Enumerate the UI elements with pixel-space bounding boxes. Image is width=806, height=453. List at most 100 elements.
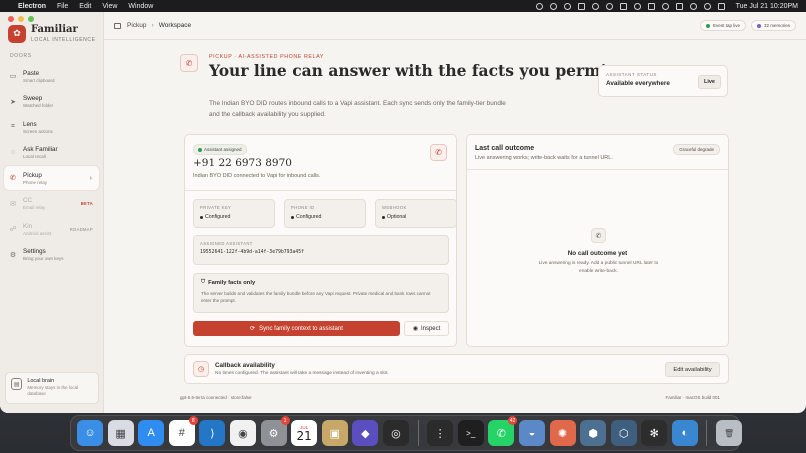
sidebar-toggle-icon[interactable] (114, 22, 121, 29)
minimize-window-button[interactable] (18, 16, 24, 22)
sidebar-item-subtitle: Watched folder (23, 103, 54, 108)
status-icon-1[interactable] (535, 2, 543, 10)
app-store-icon[interactable]: A (138, 420, 165, 446)
breadcrumb-pickup[interactable]: Pickup (127, 22, 147, 29)
empty-state-description: Live answering is ready. Add a public tu… (538, 261, 659, 274)
terminal-icon[interactable]: >_ (457, 420, 484, 446)
assistant-id[interactable]: 19552641-122f-4b9d-a14f-3e79b793a45f (200, 250, 442, 255)
notification-badge: 8 (188, 416, 198, 425)
bullet-icon (291, 215, 294, 219)
phone-number: +91 22 6973 8970 (193, 157, 292, 169)
sync-context-button[interactable]: ⟳ Sync family context to assistant (193, 321, 400, 336)
qbittorrent-icon[interactable]: ◐ (671, 420, 698, 446)
brand-title: Familiar (31, 24, 78, 35)
preview-icon[interactable]: ▣ (321, 420, 348, 446)
inspect-button[interactable]: ◉ Inspect (404, 321, 449, 336)
inspect-button-label: Inspect (420, 325, 441, 332)
sidebar-item-cc[interactable]: ✉ CC Email relay BETA (4, 192, 99, 216)
battery-icon[interactable] (675, 2, 683, 10)
crop-icon: ⌗ (11, 123, 15, 130)
calendar-icon[interactable]: JUL 21 (291, 420, 318, 446)
cube-icon[interactable]: ⬡ (610, 420, 637, 446)
bluetooth-icon[interactable] (661, 2, 669, 10)
refresh-icon: ⟳ (250, 326, 256, 332)
sidebar-item-subtitle: Bring your own keys (23, 256, 64, 261)
menu-file[interactable]: File (57, 3, 68, 10)
sidebar-item-title: Paste (23, 69, 40, 77)
facts-title: Family facts only (208, 279, 256, 286)
config-row: PRIVATE KEY Configured PHONE ID Configur… (193, 199, 457, 228)
breadcrumb-workspace: Workspace (158, 22, 192, 29)
sidebar-item-kin[interactable]: ☍ Kin Android assist ROADMAP (4, 217, 99, 241)
menu-edit[interactable]: Edit (79, 3, 91, 10)
overflow-icon[interactable]: ⋮ (427, 420, 454, 446)
status-icons: Tue Jul 21 10:20PM (535, 2, 798, 10)
vscode-icon[interactable]: ⟩ (199, 420, 226, 446)
status-icon-8[interactable] (633, 2, 641, 10)
wifi-icon[interactable] (689, 2, 697, 10)
finder-icon[interactable]: ☺ (77, 420, 103, 446)
config-value: Configured (205, 214, 231, 220)
call-button[interactable]: ✆ (430, 144, 447, 161)
sidebar-item-ask-familiar[interactable]: ◌ Ask Familiar Local recall (4, 141, 99, 165)
brand-subtitle: LOCAL INTELLIGENCE (31, 37, 96, 43)
webhook-box: WEBHOOK Optional (375, 199, 457, 228)
status-icon-4[interactable] (577, 2, 585, 10)
sidebar-nav: ▭ Paste Smart clipboard ➤ Sweep Watched … (4, 64, 99, 268)
phone-id-box: PHONE ID Configured (284, 199, 366, 228)
status-icon-3[interactable] (563, 2, 571, 10)
menu-window[interactable]: Window (128, 3, 153, 10)
trash-icon[interactable]: 🗑 (716, 420, 743, 446)
close-window-button[interactable] (8, 16, 14, 22)
menu-bar: Electron File Edit View Window Tue Jul 2… (0, 0, 806, 12)
divider (467, 169, 728, 170)
dock-separator (417, 420, 419, 446)
notification-badge: 42 (507, 416, 518, 425)
proton-vpn-icon[interactable]: ◆ (352, 420, 379, 446)
sidebar-item-lens[interactable]: ⌗ Lens Screen actions (4, 115, 99, 139)
window-controls (8, 16, 34, 22)
disk-utility-icon[interactable]: ◒ (518, 420, 545, 446)
hero-description: The Indian BYO DID routes inbound calls … (209, 100, 506, 118)
menu-clock[interactable]: Tue Jul 21 10:20PM (736, 3, 798, 10)
edit-availability-button[interactable]: Edit availability (665, 362, 720, 377)
launchpad-icon[interactable]: ▦ (107, 420, 134, 446)
menu-view[interactable]: View (102, 3, 117, 10)
section-label-doors: DOORS (10, 53, 32, 59)
whatsapp-icon[interactable]: ✆ 42 (488, 416, 518, 446)
zoom-window-button[interactable] (28, 16, 34, 22)
status-icon-2[interactable] (549, 2, 557, 10)
control-center-icon[interactable] (717, 2, 725, 10)
system-settings-icon[interactable]: ⚙ 1 (260, 416, 290, 446)
claude-icon[interactable]: ✺ (549, 420, 576, 446)
phone-description: Indian BYO DID connected to Vapi for inb… (193, 173, 321, 179)
sidebar-item-pickup[interactable]: ✆ Pickup Phone relay › (4, 166, 99, 190)
sidebar-item-settings[interactable]: ⚙ Settings Bring your own keys (4, 243, 99, 267)
config-label: PHONE ID (291, 205, 315, 210)
davinci-icon[interactable]: ◎ (382, 420, 409, 446)
calendar-day: 21 (296, 428, 312, 443)
sidebar-item-subtitle: Email relay (23, 205, 46, 210)
sidebar-item-paste[interactable]: ▭ Paste Smart clipboard (4, 64, 99, 88)
search-icon[interactable] (703, 2, 711, 10)
beta-badge: BETA (80, 201, 93, 206)
event-tap-label: Event tap live (712, 23, 740, 28)
sidebar: ✿ Familiar LOCAL INTELLIGENCE DOORS ▭ Pa… (0, 12, 104, 413)
sidebar-item-subtitle: Smart clipboard (23, 77, 55, 83)
chat-icon: ◌ (10, 149, 16, 156)
sidebar-item-title: Kin (23, 222, 33, 230)
assigned-assistant-box: ASSIGNED ASSISTANT 19552641-122f-4b9d-a1… (193, 235, 449, 265)
screen-icon[interactable] (647, 2, 655, 10)
hero-eyebrow: PICKUP · AI-ASSISTED PHONE RELAY (209, 54, 324, 60)
box-icon[interactable]: ⬢ (580, 420, 607, 446)
chrome-icon[interactable]: ◉ (229, 420, 256, 446)
menu-app-name[interactable]: Electron (18, 3, 46, 10)
slack-icon[interactable]: #8 (168, 416, 198, 446)
sidebar-item-sweep[interactable]: ➤ Sweep Watched folder (4, 90, 99, 114)
status-icon-6[interactable] (605, 2, 613, 10)
openai-icon[interactable]: ✻ (641, 420, 668, 446)
sidebar-item-title: Lens (23, 120, 37, 128)
event-tap-pill: Event tap live (699, 20, 746, 31)
status-icon-7[interactable] (619, 2, 627, 10)
status-icon-5[interactable] (591, 2, 599, 10)
